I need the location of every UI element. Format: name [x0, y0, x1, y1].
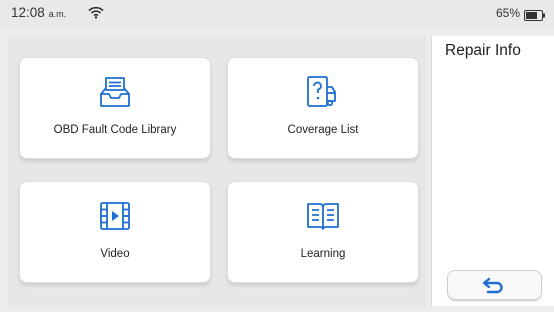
video-tile[interactable]: Video	[20, 182, 210, 282]
time-ampm: a.m.	[48, 9, 67, 19]
status-time: 12:08 a.m.	[11, 5, 66, 20]
main-menu-panel: OBD Fault Code Library Coverage List Vid…	[8, 36, 426, 306]
repair-info-title: Repair Info	[445, 42, 521, 59]
repair-info-panel: Repair Info	[431, 36, 554, 306]
time-text: 12:08	[11, 5, 45, 20]
battery-percentage: 65%	[495, 6, 520, 20]
question-document-truck-icon	[305, 74, 341, 110]
tile-label: Learning	[300, 248, 346, 260]
battery-icon	[524, 8, 546, 26]
tile-label: Coverage List	[287, 124, 359, 136]
coverage-list-tile[interactable]: Coverage List	[228, 58, 418, 158]
obd-fault-code-library-tile[interactable]: OBD Fault Code Library	[20, 58, 210, 158]
tile-label: OBD Fault Code Library	[53, 124, 177, 136]
wifi-icon	[88, 6, 104, 24]
inbox-tray-icon	[97, 74, 133, 110]
open-book-icon	[305, 198, 341, 234]
film-play-icon	[97, 198, 133, 234]
status-bar: 12:08 a.m. 65%	[0, 0, 554, 28]
return-arrow-icon	[482, 277, 503, 294]
tile-label: Video	[100, 248, 130, 260]
learning-tile[interactable]: Learning	[228, 182, 418, 282]
back-button[interactable]	[448, 271, 541, 299]
